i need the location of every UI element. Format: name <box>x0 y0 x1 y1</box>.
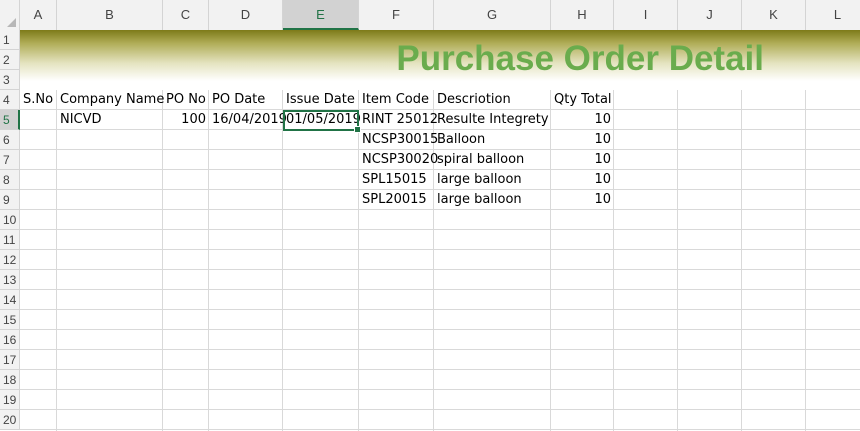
column-header-d[interactable]: D <box>209 0 283 30</box>
header-issue-date[interactable]: Issue Date <box>283 90 358 110</box>
column-header-l[interactable]: L <box>806 0 860 30</box>
cell-item-code[interactable]: RINT 25012 <box>359 110 441 130</box>
column-header-c[interactable]: C <box>163 0 209 30</box>
row-header-14[interactable]: 14 <box>0 290 20 310</box>
header-qty-total[interactable]: Qty Total <box>551 90 615 110</box>
cell-description[interactable]: large balloon <box>434 190 525 210</box>
row-header-19[interactable]: 19 <box>0 390 20 410</box>
row-header-20[interactable]: 20 <box>0 410 20 430</box>
column-header-g[interactable]: G <box>434 0 551 30</box>
row-header-3[interactable]: 3 <box>0 70 20 90</box>
cell-po-no[interactable]: 100 <box>163 110 209 130</box>
select-all-button[interactable] <box>0 0 20 30</box>
header-po-date[interactable]: PO Date <box>209 90 268 110</box>
row-header-4[interactable]: 4 <box>0 90 20 110</box>
row-header-1[interactable]: 1 <box>0 30 20 50</box>
column-header-k[interactable]: K <box>742 0 806 30</box>
row-header-9[interactable]: 9 <box>0 190 20 210</box>
column-header-i[interactable]: I <box>614 0 678 30</box>
cell-description[interactable]: large balloon <box>434 170 525 190</box>
spreadsheet: A B C D E F G H I J K L Purchase Order D… <box>0 0 860 431</box>
banner-title: Purchase Order Detail <box>396 39 764 78</box>
title-banner[interactable]: Purchase Order Detail <box>20 30 860 90</box>
header-company-name[interactable]: Company Name <box>57 90 167 110</box>
row-header-17[interactable]: 17 <box>0 350 20 370</box>
row-header-6[interactable]: 6 <box>0 130 20 150</box>
cell-description[interactable]: spiral balloon <box>434 150 527 170</box>
row-header-11[interactable]: 11 <box>0 230 20 250</box>
row-header-15[interactable]: 15 <box>0 310 20 330</box>
cell-qty-total[interactable]: 10 <box>551 190 614 210</box>
cell-qty-total[interactable]: 10 <box>551 150 614 170</box>
row-header-2[interactable]: 2 <box>0 50 20 70</box>
row-header-8[interactable]: 8 <box>0 170 20 190</box>
cell-item-code[interactable]: SPL20015 <box>359 190 430 210</box>
column-header-j[interactable]: J <box>678 0 742 30</box>
cell-qty-total[interactable]: 10 <box>551 130 614 150</box>
cell-company-name[interactable]: NICVD <box>57 110 105 130</box>
cell-qty-total[interactable]: 10 <box>551 110 614 130</box>
column-header-f[interactable]: F <box>359 0 434 30</box>
cell-item-code[interactable]: SPL15015 <box>359 170 430 190</box>
row-header-13[interactable]: 13 <box>0 270 20 290</box>
row-header-5[interactable]: 5 <box>0 110 20 130</box>
cell-description[interactable]: Resulte Integrety <box>434 110 552 130</box>
header-po-no[interactable]: PO No <box>163 90 209 110</box>
header-description[interactable]: Descriotion <box>434 90 514 110</box>
row-header-10[interactable]: 10 <box>0 210 20 230</box>
column-header-e[interactable]: E <box>283 0 359 30</box>
row-header-7[interactable]: 7 <box>0 150 20 170</box>
column-header-h[interactable]: H <box>551 0 614 30</box>
cell-description[interactable]: Balloon <box>434 130 488 150</box>
cell-item-code[interactable]: NCSP30015 <box>359 130 441 150</box>
row-header-16[interactable]: 16 <box>0 330 20 350</box>
cell-po-date[interactable]: 16/04/2019 <box>209 110 287 130</box>
column-header-a[interactable]: A <box>20 0 57 30</box>
cell-item-code[interactable]: NCSP30020 <box>359 150 441 170</box>
row-header-18[interactable]: 18 <box>0 370 20 390</box>
column-header-b[interactable]: B <box>57 0 163 30</box>
cell-qty-total[interactable]: 10 <box>551 170 614 190</box>
select-all-triangle-icon <box>7 18 16 27</box>
header-sno[interactable]: S.No <box>20 90 56 110</box>
column-header-row: A B C D E F G H I J K L <box>0 0 860 31</box>
active-cell-selection[interactable] <box>283 110 361 133</box>
fill-handle[interactable] <box>354 126 361 133</box>
header-item-code[interactable]: Item Code <box>359 90 432 110</box>
row-header-12[interactable]: 12 <box>0 250 20 270</box>
